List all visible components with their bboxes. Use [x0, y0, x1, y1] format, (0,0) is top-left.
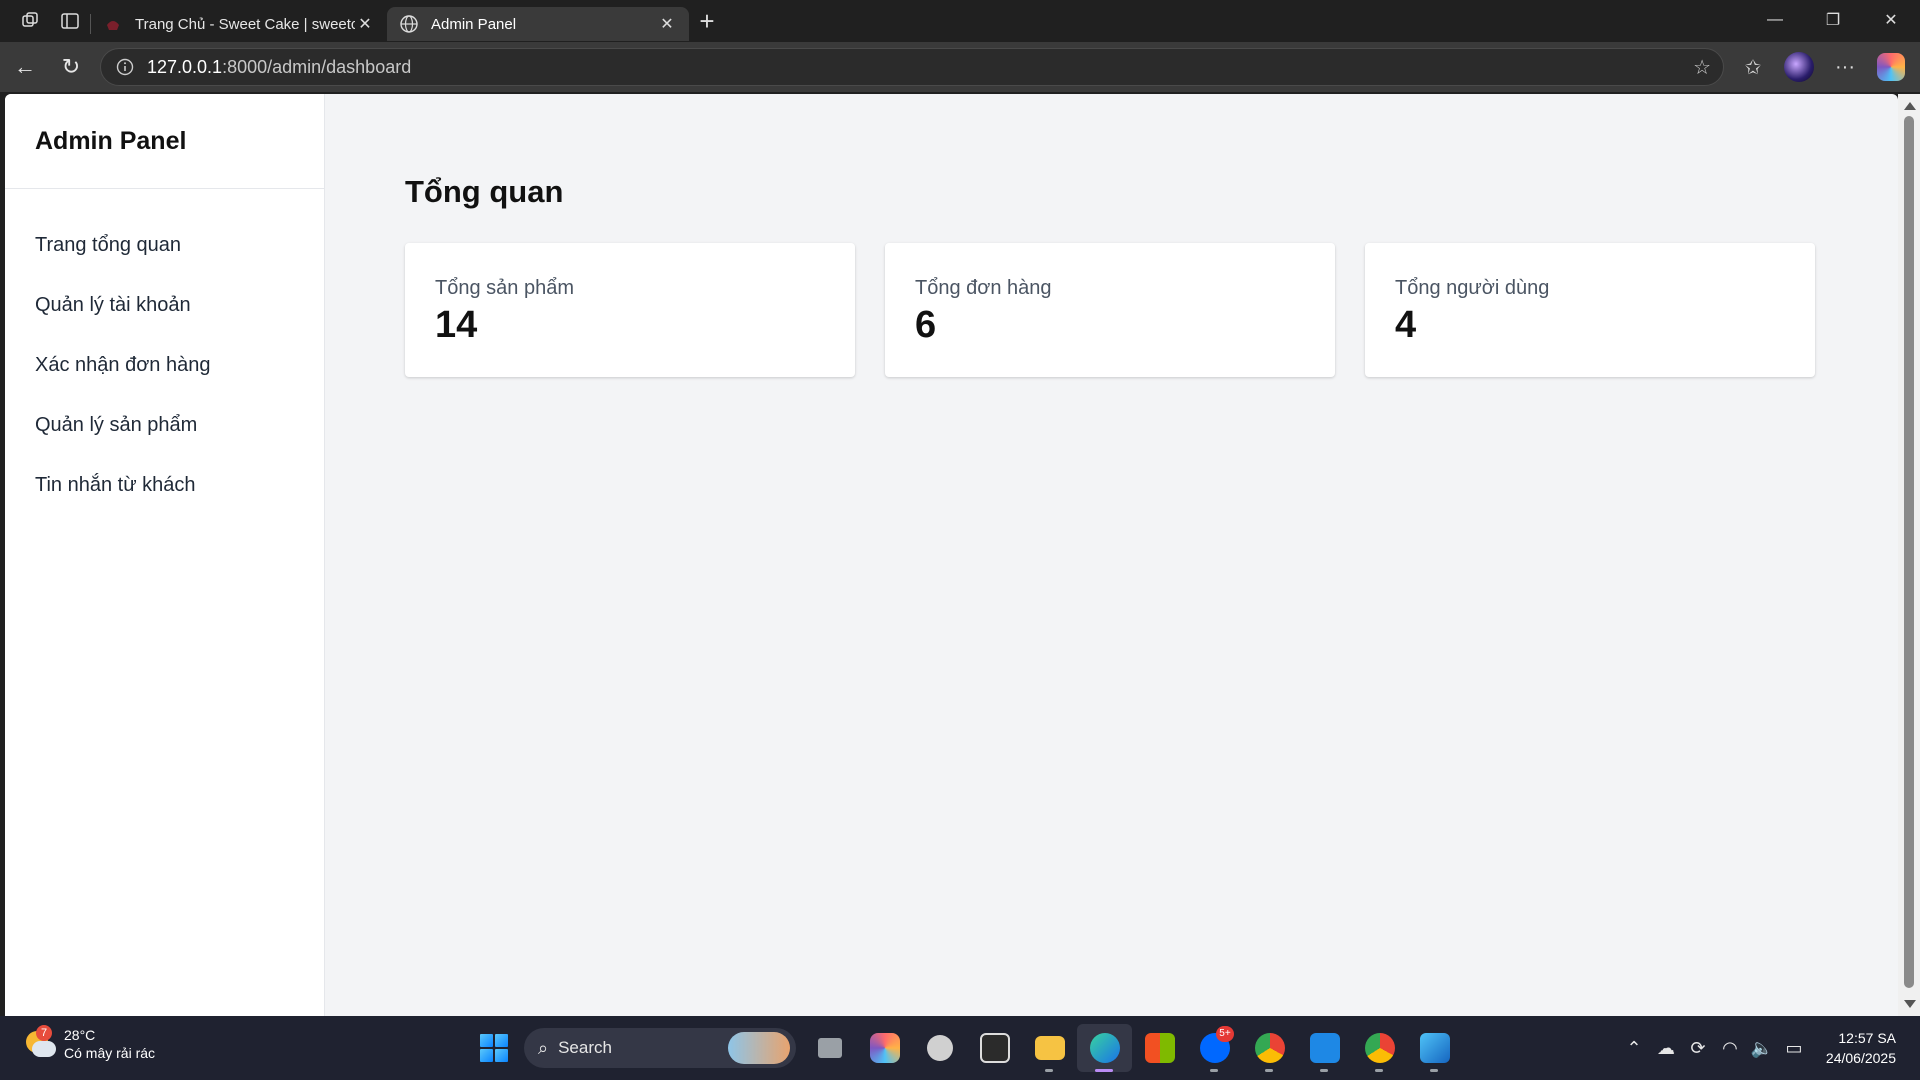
file-explorer-icon[interactable] — [1022, 1024, 1077, 1072]
favorites-icon[interactable]: ✩ — [1730, 44, 1776, 90]
scroll-up-icon[interactable] — [1904, 102, 1916, 110]
system-tray: ⌃ ☁ ⟳ ◠ 🔈 ▭ 12:57 SA 24/06/2025 — [1618, 1016, 1920, 1080]
sidebar-brand: Admin Panel — [5, 94, 324, 189]
scroll-down-icon[interactable] — [1904, 1000, 1916, 1008]
weather-temp: 28°C — [64, 1027, 96, 1043]
favorite-star-icon[interactable]: ☆ — [1693, 55, 1711, 80]
more-options-icon[interactable]: ··· — [1822, 44, 1868, 90]
microsoft-store-icon[interactable] — [1132, 1024, 1187, 1072]
main-content: Tổng quan Tổng sản phẩm 14 Tổng đơn hàng… — [325, 94, 1898, 1016]
sidebar-item-products[interactable]: Quản lý sản phẩm — [5, 395, 324, 455]
close-window-icon[interactable]: ✕ — [1862, 0, 1920, 40]
sidebar-item-messages[interactable]: Tin nhắn từ khách — [5, 455, 324, 515]
weather-widget[interactable]: 7 28°C Có mây rải rác — [22, 1025, 156, 1062]
toolbar-right: ✩ ··· — [1730, 42, 1914, 92]
weather-icon: 7 — [22, 1025, 56, 1061]
stat-card-orders: Tổng đơn hàng 6 — [885, 243, 1335, 377]
weather-badge: 7 — [36, 1025, 52, 1041]
edge-icon[interactable] — [1077, 1024, 1132, 1072]
page-viewport: Admin Panel Trang tổng quan Quản lý tài … — [5, 94, 1898, 1016]
sync-icon[interactable]: ⟳ — [1682, 1038, 1714, 1059]
chrome-profile-icon[interactable] — [1352, 1024, 1407, 1072]
reload-icon[interactable]: ↻ — [48, 44, 94, 90]
scrollbar-thumb[interactable] — [1904, 116, 1914, 988]
address-bar[interactable]: 127.0.0.1 :8000/admin/dashboard ☆ — [100, 48, 1724, 86]
clock[interactable]: 12:57 SA 24/06/2025 — [1810, 1028, 1920, 1068]
tab-sweet-cake[interactable]: Trang Chủ - Sweet Cake | sweetcake ✕ — [91, 7, 387, 41]
task-view-icon[interactable] — [802, 1024, 857, 1072]
globe-icon — [399, 14, 419, 34]
copilot-icon[interactable] — [1868, 44, 1914, 90]
wifi-icon[interactable]: ◠ — [1714, 1038, 1746, 1059]
volume-icon[interactable]: 🔈 — [1746, 1038, 1778, 1059]
site-info-icon[interactable] — [113, 55, 137, 79]
stat-value: 14 — [435, 304, 478, 346]
windows-logo-icon — [480, 1034, 508, 1062]
clock-date: 24/06/2025 — [1825, 1050, 1896, 1066]
photos-icon[interactable] — [1407, 1024, 1462, 1072]
stat-label: Tổng đơn hàng — [915, 277, 1052, 299]
close-tab-icon[interactable]: ✕ — [355, 14, 375, 34]
back-icon[interactable]: ← — [2, 44, 48, 90]
vertical-tabs-icon[interactable] — [50, 0, 90, 42]
admin-sidebar: Admin Panel Trang tổng quan Quản lý tài … — [5, 94, 325, 1016]
search-highlight-image — [728, 1032, 790, 1064]
tab-title: Admin Panel — [431, 15, 517, 33]
sidebar-item-accounts[interactable]: Quản lý tài khoản — [5, 275, 324, 335]
tab-admin-panel[interactable]: Admin Panel ✕ — [387, 7, 689, 41]
sidebar-item-dashboard[interactable]: Trang tổng quan — [5, 215, 324, 275]
browser-toolbar: ← ↻ 127.0.0.1 :8000/admin/dashboard ☆ ✩ … — [0, 42, 1920, 92]
zalo-icon[interactable]: 5+ — [1187, 1024, 1242, 1072]
search-icon: ⌕ — [538, 1037, 549, 1058]
profile-avatar[interactable] — [1776, 44, 1822, 90]
page-scrollbar[interactable] — [1898, 94, 1920, 1016]
copilot-app-icon[interactable] — [857, 1024, 912, 1072]
onedrive-cloud-icon[interactable]: ☁ — [1650, 1038, 1682, 1059]
stat-label: Tổng sản phẩm — [435, 277, 574, 299]
minimize-icon[interactable]: — — [1746, 0, 1804, 40]
battery-icon[interactable]: ▭ — [1778, 1038, 1810, 1059]
start-button[interactable] — [470, 1024, 518, 1072]
weather-desc: Có mây rải rác — [64, 1045, 156, 1061]
stat-card-products: Tổng sản phẩm 14 — [405, 243, 855, 377]
windows-taskbar: 7 28°C Có mây rải rác ⌕ Search 5+ ⌃ ☁ ⟳ — [0, 1016, 1920, 1080]
vscode-icon[interactable] — [1297, 1024, 1352, 1072]
window-controls: — ❐ ✕ — [1746, 0, 1920, 40]
stat-value: 6 — [915, 304, 937, 346]
sidebar-item-orders[interactable]: Xác nhận đơn hàng — [5, 335, 324, 395]
taskbar-apps: ⌕ Search 5+ — [470, 1024, 1462, 1072]
url-host: 127.0.0.1 — [147, 56, 223, 77]
stats-cards: Tổng sản phẩm 14 Tổng đơn hàng 6 Tổng ng… — [405, 243, 1815, 377]
zalo-badge: 5+ — [1216, 1026, 1234, 1042]
search-label: Search — [558, 1038, 612, 1057]
chevron-up-icon[interactable]: ⌃ — [1618, 1038, 1650, 1059]
stat-card-users: Tổng người dùng 4 — [1365, 243, 1815, 377]
chrome-icon[interactable] — [1242, 1024, 1297, 1072]
stat-value: 4 — [1395, 304, 1417, 346]
sidebar-menu: Trang tổng quan Quản lý tài khoản Xác nh… — [5, 189, 324, 515]
search-app-icon[interactable] — [912, 1024, 967, 1072]
restore-icon[interactable]: ❐ — [1804, 0, 1862, 40]
new-tab-icon[interactable]: + — [689, 0, 725, 42]
taskbar-search[interactable]: ⌕ Search — [524, 1028, 796, 1068]
stat-label: Tổng người dùng — [1395, 277, 1550, 299]
workspaces-icon[interactable] — [10, 0, 50, 42]
close-tab-icon[interactable]: ✕ — [657, 14, 677, 34]
page-title: Tổng quan — [405, 174, 564, 209]
tab-title: Trang Chủ - Sweet Cake | sweetcake — [135, 15, 355, 33]
browser-tab-bar: Trang Chủ - Sweet Cake | sweetcake ✕ Adm… — [0, 0, 1920, 42]
url-path: :8000/admin/dashboard — [222, 56, 412, 77]
clock-time: 12:57 SA — [1838, 1030, 1896, 1046]
cake-favicon-icon — [103, 14, 123, 34]
notion-icon[interactable] — [967, 1024, 1022, 1072]
